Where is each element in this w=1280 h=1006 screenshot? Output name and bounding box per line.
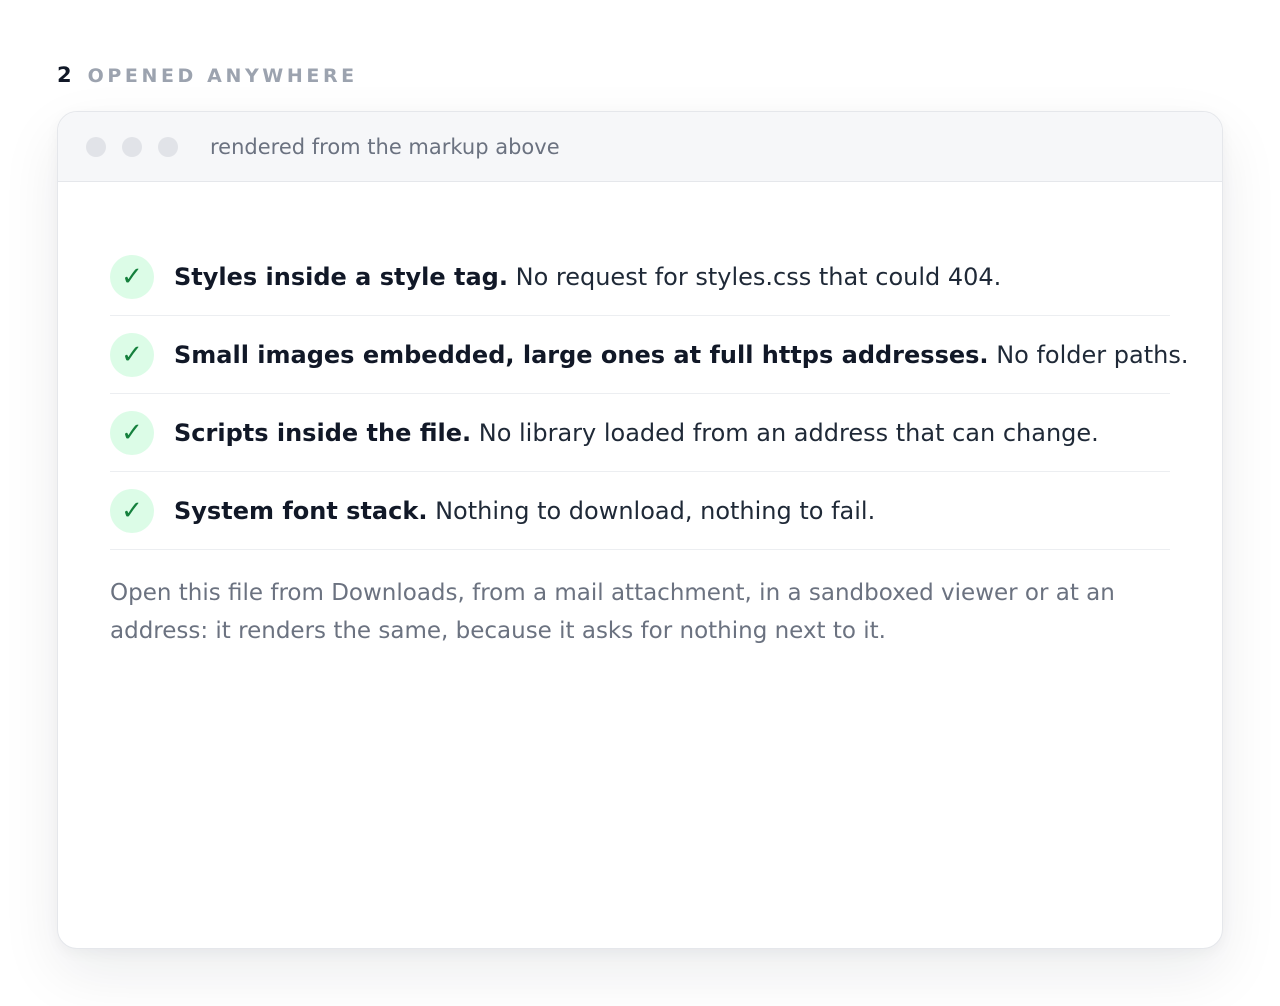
checklist-item-detail: Nothing to download, nothing to fail. (435, 496, 876, 525)
checklist-item-heading: Small images embedded, large ones at ful… (174, 340, 989, 369)
window-titlebar: rendered from the markup above (58, 112, 1222, 182)
preview-window: rendered from the markup above ✓ Styles … (57, 111, 1223, 949)
checklist-item-heading: System font stack. (174, 496, 428, 525)
check-icon: ✓ (110, 332, 154, 377)
window-title: rendered from the markup above (210, 134, 560, 159)
window-dot-icon (158, 136, 178, 157)
section-title: OPENED ANYWHERE (87, 65, 358, 87)
section-heading: 2 OPENED ANYWHERE (57, 63, 358, 87)
checklist-item-text: Styles inside a style tag. No request fo… (174, 263, 1001, 291)
checklist-item-text: System font stack. Nothing to download, … (174, 497, 875, 525)
checklist-item-text: Scripts inside the file. No library load… (174, 419, 1099, 447)
checklist-item-heading: Scripts inside the file. (174, 418, 472, 447)
window-content: ✓ Styles inside a style tag. No request … (58, 182, 1222, 650)
checklist: ✓ Styles inside a style tag. No request … (110, 238, 1188, 550)
checklist-item-heading: Styles inside a style tag. (174, 262, 508, 291)
checklist-item: ✓ Scripts inside the file. No library lo… (110, 394, 1170, 472)
section-number: 2 (57, 63, 72, 87)
checklist-item-detail: No library loaded from an address that c… (478, 418, 1099, 447)
checklist-item-text: Small images embedded, large ones at ful… (174, 341, 1188, 369)
check-icon: ✓ (110, 254, 154, 299)
checklist-item-detail: No request for styles.css that could 404… (515, 262, 1002, 291)
window-dot-icon (122, 136, 142, 157)
window-dot-icon (86, 136, 106, 157)
footnote: Open this file from Downloads, from a ma… (110, 580, 1115, 644)
check-icon: ✓ (110, 410, 154, 455)
checklist-item-detail: No folder paths. (996, 340, 1189, 369)
checklist-item: ✓ System font stack. Nothing to download… (110, 472, 1170, 550)
checklist-item: ✓ Styles inside a style tag. No request … (110, 238, 1170, 316)
check-icon: ✓ (110, 488, 154, 533)
checklist-item: ✓ Small images embedded, large ones at f… (110, 316, 1188, 394)
